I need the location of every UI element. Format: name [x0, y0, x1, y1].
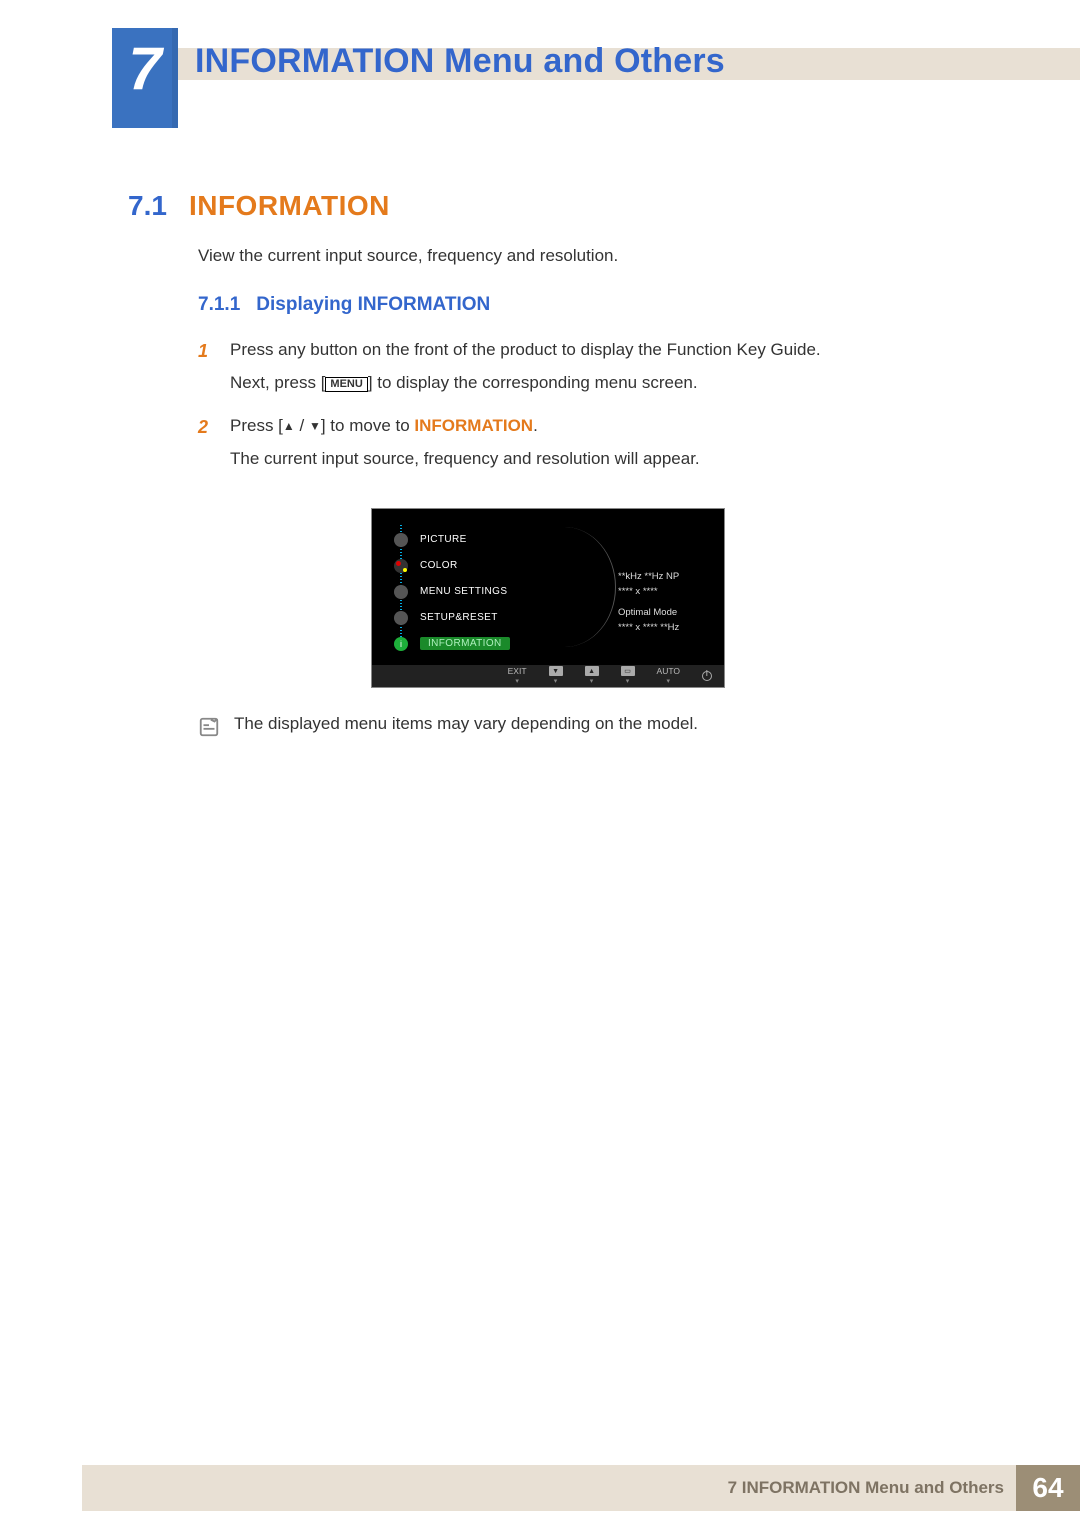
up-triangle-icon: ▲	[283, 416, 295, 436]
osd-up-button: ▲▾	[585, 666, 599, 685]
osd-item-picture: PICTURE	[394, 527, 510, 553]
osd-item-menu-settings: MENU SETTINGS	[394, 579, 510, 605]
enter-icon: ▭	[621, 666, 635, 676]
osd-power-button	[702, 671, 712, 681]
osd-footer: EXIT▾ ▼▾ ▲▾ ▭▾ AUTO▾	[372, 665, 724, 687]
section-title: INFORMATION	[189, 190, 390, 222]
step-1-line-2: Next, press [MENU] to display the corres…	[230, 369, 968, 398]
down-triangle-icon: ▼	[309, 416, 321, 436]
menu-chip: MENU	[325, 377, 367, 392]
subsection-heading: 7.1.1 Displaying INFORMATION	[198, 294, 968, 316]
up-triangle-icon: ▲	[585, 666, 599, 676]
osd-item-setup-reset: SETUP&RESET	[394, 605, 510, 631]
osd-item-information: i INFORMATION	[394, 631, 510, 657]
info-icon: i	[394, 637, 408, 651]
subsection-number: 7.1.1	[198, 294, 240, 316]
step-2-line-2: The current input source, frequency and …	[230, 445, 968, 474]
chapter-title: INFORMATION Menu and Others	[195, 42, 725, 81]
section-heading: 7.1 INFORMATION	[128, 190, 968, 222]
step-1: 1 Press any button on the front of the p…	[198, 336, 968, 402]
section-number: 7.1	[128, 190, 167, 222]
step-2-line-1: Press [▲ / ▼] to move to INFORMATION.	[230, 412, 968, 441]
osd-exit-button: EXIT▾	[508, 666, 527, 685]
down-triangle-icon: ▼	[549, 666, 563, 676]
note-row: The displayed menu items may vary depend…	[198, 714, 968, 738]
step-2: 2 Press [▲ / ▼] to move to INFORMATION. …	[198, 412, 968, 478]
osd-connector-curve	[536, 527, 616, 647]
subsection-title: Displaying INFORMATION	[256, 294, 490, 316]
osd-auto-button: AUTO▾	[657, 666, 680, 685]
information-ref: INFORMATION	[414, 416, 533, 435]
osd-enter-button: ▭▾	[621, 666, 635, 685]
osd-item-color: COLOR	[394, 553, 510, 579]
step-number: 1	[198, 336, 216, 402]
color-icon	[394, 559, 408, 573]
step-1-line-1: Press any button on the front of the pro…	[230, 336, 968, 365]
step-number: 2	[198, 412, 216, 478]
section-intro: View the current input source, frequency…	[198, 246, 968, 266]
chapter-number: 7	[112, 34, 178, 103]
power-icon	[702, 671, 712, 681]
setup-icon	[394, 611, 408, 625]
settings-icon	[394, 585, 408, 599]
osd-down-button: ▼▾	[549, 666, 563, 685]
osd-illustration: PICTURE COLOR MENU SETTINGS SETUP&RESET …	[371, 508, 725, 688]
note-icon	[198, 716, 220, 738]
footer-text: 7 INFORMATION Menu and Others	[82, 1465, 1016, 1511]
osd-info-panel: **kHz **Hz NP **** x **** Optimal Mode *…	[618, 569, 679, 636]
chapter-number-box: 7	[112, 28, 178, 128]
picture-icon	[394, 533, 408, 547]
page-number: 64	[1016, 1465, 1080, 1511]
note-text: The displayed menu items may vary depend…	[234, 714, 698, 734]
page-footer: 7 INFORMATION Menu and Others 64	[82, 1465, 1080, 1511]
